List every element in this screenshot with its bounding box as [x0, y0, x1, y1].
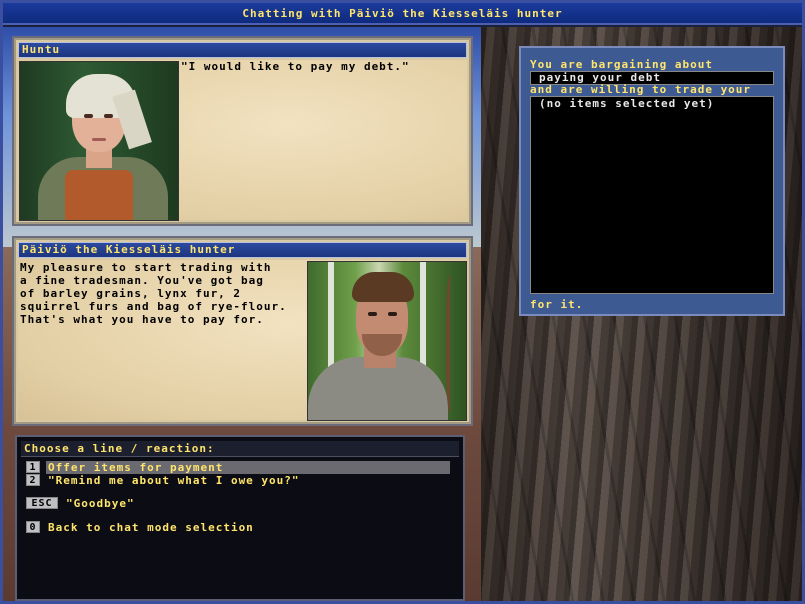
- npc-dialogue-panel: Päiviö the Kiesseläis hunter My pleasure…: [12, 236, 473, 426]
- choice-text: Back to chat mode selection: [48, 521, 254, 534]
- choices-panel: Choose a line / reaction: 1 Offer items f…: [15, 435, 465, 601]
- player-portrait-icon: [19, 61, 179, 221]
- npc-speech-text: My pleasure to start trading with a fine…: [20, 261, 287, 326]
- npc-portrait-icon: [307, 261, 467, 421]
- player-name: Huntu: [18, 42, 467, 58]
- choice-text: "Goodbye": [66, 497, 135, 510]
- choice-key-esc: ESC: [26, 497, 58, 509]
- choice-back-to-chat-mode[interactable]: 0 Back to chat mode selection: [26, 521, 456, 534]
- choice-remind-owe[interactable]: 2 "Remind me about what I owe you?": [26, 474, 456, 487]
- choices-header: Choose a line / reaction:: [21, 441, 459, 457]
- player-dialogue-panel: Huntu "I would like to pay my debt.": [12, 36, 473, 226]
- choice-offer-items[interactable]: 1 Offer items for payment: [26, 461, 456, 474]
- choice-goodbye[interactable]: ESC "Goodbye": [26, 497, 456, 510]
- bargain-panel: You are bargaining about paying your deb…: [519, 46, 785, 316]
- player-speech-text: "I would like to pay my debt.": [181, 60, 410, 73]
- choice-text: Offer items for payment: [46, 461, 450, 474]
- choice-key-0: 0: [26, 521, 40, 533]
- bargain-label-mid: and are willing to trade your: [530, 83, 752, 96]
- bargain-items-placeholder: (no items selected yet): [539, 97, 715, 110]
- bargain-label-top: You are bargaining about: [530, 58, 713, 71]
- npc-name: Päiviö the Kiesseläis hunter: [18, 242, 467, 258]
- window-title: Chatting with Päiviö the Kiesseläis hunt…: [3, 3, 802, 25]
- choice-key-1: 1: [26, 461, 40, 473]
- game-window: Chatting with Päiviö the Kiesseläis hunt…: [0, 0, 805, 604]
- bargain-label-bottom: for it.: [530, 298, 584, 311]
- choice-key-2: 2: [26, 474, 40, 486]
- choice-text: "Remind me about what I owe you?": [48, 474, 300, 487]
- bargain-items-list[interactable]: (no items selected yet): [530, 96, 774, 294]
